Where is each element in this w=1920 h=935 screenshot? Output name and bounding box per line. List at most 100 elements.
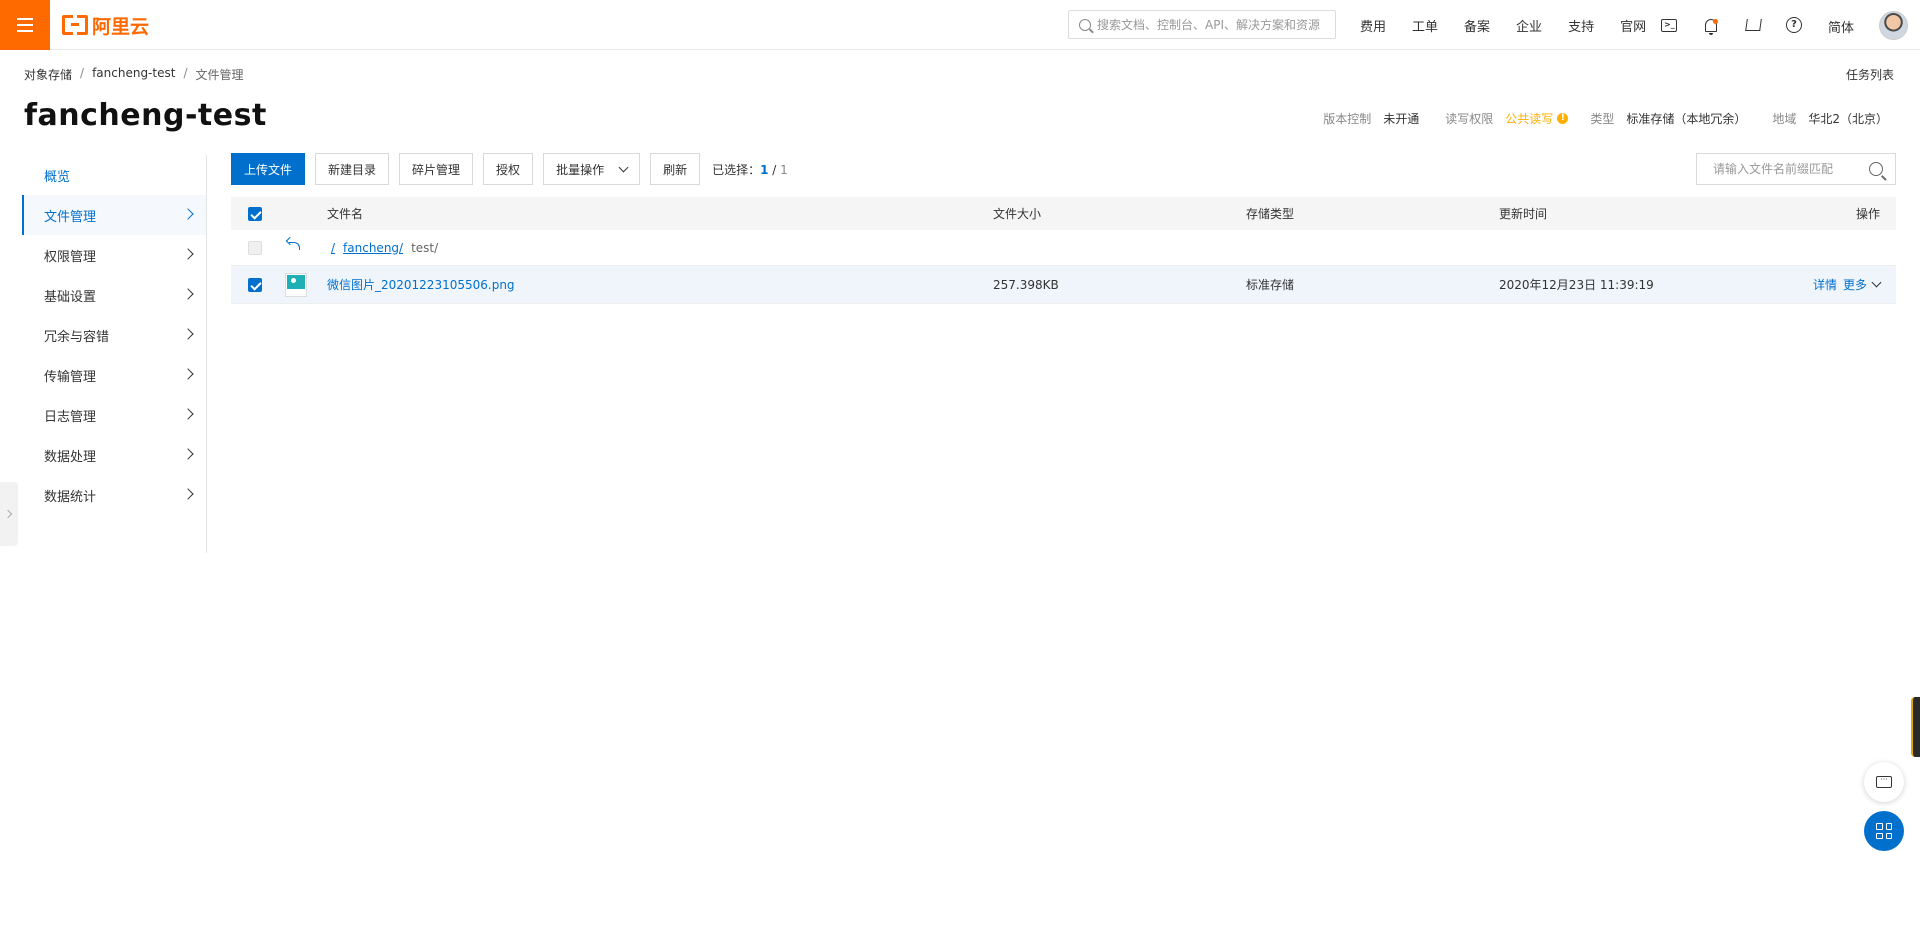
sidebar-item-label: 数据统计 bbox=[44, 489, 97, 505]
search-icon[interactable] bbox=[1869, 162, 1883, 176]
sidebar-item-label: 冗余与容错 bbox=[44, 329, 110, 345]
help-icon[interactable]: ? bbox=[1785, 16, 1803, 34]
select-all-checkbox[interactable] bbox=[248, 206, 262, 221]
sidebar-item-statistics[interactable]: 数据统计 bbox=[22, 475, 206, 515]
side-widget-handle[interactable] bbox=[1911, 697, 1920, 757]
top-nav: 费用 工单 备案 企业 支持 官网 bbox=[1360, 0, 1672, 50]
breadcrumb-separator: / bbox=[183, 66, 188, 80]
batch-operations-button[interactable]: 批量操作 bbox=[543, 153, 641, 185]
sidebar-item-file-management[interactable]: 文件管理 bbox=[22, 195, 206, 235]
prefix-filter[interactable] bbox=[1696, 153, 1896, 185]
sidebar-item-label: 权限管理 bbox=[44, 249, 97, 265]
chevron-down-icon bbox=[618, 162, 629, 172]
acl-value: 公共读写 bbox=[1505, 112, 1554, 126]
path-root-link[interactable]: / bbox=[331, 241, 335, 255]
sidebar: 概览 文件管理 权限管理 基础设置 冗余与容错 传输管理 日志管理 数据处理 数… bbox=[22, 155, 207, 553]
file-storage-type: 标准存储 bbox=[1246, 278, 1295, 292]
selection-separator: / bbox=[768, 162, 781, 177]
header-actions: 操作 bbox=[1855, 207, 1880, 221]
sidebar-collapse-toggle[interactable] bbox=[0, 482, 18, 546]
sidebar-item-label: 文件管理 bbox=[44, 209, 97, 225]
sidebar-item-redundancy[interactable]: 冗余与容错 bbox=[22, 315, 206, 355]
apps-icon bbox=[1876, 823, 1892, 839]
refresh-button[interactable]: 刷新 bbox=[650, 153, 701, 185]
sidebar-item-logs[interactable]: 日志管理 bbox=[22, 395, 206, 435]
more-link[interactable]: 更多 bbox=[1843, 276, 1867, 293]
path-current: test/ bbox=[411, 240, 439, 255]
fragments-button[interactable]: 碎片管理 bbox=[399, 153, 474, 185]
header-storage-type: 存储类型 bbox=[1246, 207, 1295, 221]
sidebar-item-permissions[interactable]: 权限管理 bbox=[22, 235, 206, 275]
detail-link[interactable]: 详情 bbox=[1813, 276, 1837, 293]
authorize-button[interactable]: 授权 bbox=[483, 153, 534, 185]
global-search[interactable] bbox=[1068, 10, 1336, 39]
terminal-icon[interactable]: >_ bbox=[1660, 16, 1678, 34]
logo-text: 阿里云 bbox=[92, 15, 150, 38]
chevron-right-icon bbox=[182, 368, 194, 380]
region-value: 华北2（北京） bbox=[1808, 112, 1888, 126]
sidebar-item-overview[interactable]: 概览 bbox=[22, 155, 206, 195]
topnav-fees[interactable]: 费用 bbox=[1360, 16, 1386, 35]
chevron-right-icon bbox=[3, 509, 12, 519]
cart-icon[interactable] bbox=[1744, 16, 1762, 34]
chevron-right-icon bbox=[182, 408, 194, 420]
chat-icon: ··· bbox=[1876, 776, 1892, 788]
topnav-tickets[interactable]: 工单 bbox=[1412, 16, 1438, 35]
bucket-meta: 版本控制 未开通 读写权限 公共读写 ! 类型 标准存储（本地冗余） 地域 华北… bbox=[1323, 110, 1888, 127]
file-name-link[interactable]: 微信图片_20201223105506.png bbox=[327, 276, 515, 293]
path-parent-link[interactable]: fancheng/ bbox=[343, 241, 403, 255]
file-toolbar: 上传文件 新建目录 碎片管理 授权 批量操作 刷新 已选择：1 / 1 bbox=[231, 153, 788, 185]
back-arrow-icon[interactable] bbox=[289, 242, 300, 250]
new-directory-button[interactable]: 新建目录 bbox=[315, 153, 390, 185]
topnav-support[interactable]: 支持 bbox=[1568, 16, 1594, 35]
region-label: 地域 bbox=[1772, 112, 1797, 126]
topnav-official-site[interactable]: 官网 bbox=[1620, 16, 1646, 35]
selection-count: 已选择：1 / 1 bbox=[712, 161, 788, 178]
bell-icon[interactable] bbox=[1702, 16, 1720, 35]
topnav-icp[interactable]: 备案 bbox=[1464, 16, 1490, 35]
sidebar-item-label: 概览 bbox=[44, 169, 71, 185]
breadcrumb-oss[interactable]: 对象存储 bbox=[24, 66, 72, 83]
warning-icon[interactable]: ! bbox=[1557, 113, 1569, 124]
sidebar-item-transfer[interactable]: 传输管理 bbox=[22, 355, 206, 395]
header-size: 文件大小 bbox=[993, 207, 1042, 221]
sidebar-item-label: 日志管理 bbox=[44, 409, 97, 425]
acl-label: 读写权限 bbox=[1445, 112, 1494, 126]
language-switch[interactable]: 简体 bbox=[1828, 17, 1854, 36]
logo-mark-icon bbox=[62, 15, 88, 35]
header-updated-time: 更新时间 bbox=[1499, 207, 1548, 221]
menu-icon[interactable] bbox=[0, 0, 50, 50]
table-row[interactable]: 微信图片_20201223105506.png 257.398KB 标准存储 2… bbox=[231, 266, 1896, 304]
sidebar-item-label: 传输管理 bbox=[44, 369, 97, 385]
selection-label: 已选择： bbox=[712, 162, 761, 177]
topnav-enterprise[interactable]: 企业 bbox=[1516, 16, 1542, 35]
upload-button[interactable]: 上传文件 bbox=[231, 153, 306, 185]
avatar[interactable] bbox=[1879, 11, 1908, 40]
sidebar-item-basic-settings[interactable]: 基础设置 bbox=[22, 275, 206, 315]
type-label: 类型 bbox=[1590, 112, 1615, 126]
breadcrumb-current: 文件管理 bbox=[195, 68, 244, 82]
chevron-right-icon bbox=[182, 288, 194, 300]
row-actions: 详情 更多 bbox=[1807, 276, 1882, 293]
row-checkbox[interactable] bbox=[248, 277, 262, 292]
chevron-down-icon[interactable] bbox=[1871, 277, 1882, 288]
chat-button[interactable]: ··· bbox=[1864, 762, 1904, 802]
file-updated-time: 2020年12月23日 11:39:19 bbox=[1499, 278, 1654, 292]
sidebar-item-label: 基础设置 bbox=[44, 289, 97, 305]
selection-total: 1 bbox=[780, 162, 788, 177]
table-header: 文件名 文件大小 存储类型 更新时间 操作 bbox=[231, 197, 1896, 230]
task-list-link[interactable]: 任务列表 bbox=[1846, 66, 1894, 83]
sidebar-item-data-processing[interactable]: 数据处理 bbox=[22, 435, 206, 475]
file-table: 文件名 文件大小 存储类型 更新时间 操作 / fancheng/ test/ … bbox=[231, 197, 1896, 304]
prefix-filter-input[interactable] bbox=[1713, 162, 1863, 176]
path-row: / fancheng/ test/ bbox=[231, 230, 1896, 266]
path-row-checkbox bbox=[248, 240, 262, 255]
type-value: 标准存储（本地冗余） bbox=[1626, 112, 1747, 126]
file-size: 257.398KB bbox=[993, 277, 1059, 292]
breadcrumb-bucket[interactable]: fancheng-test bbox=[92, 66, 175, 83]
apps-button[interactable] bbox=[1864, 811, 1904, 851]
header-name: 文件名 bbox=[327, 207, 364, 221]
global-search-input[interactable] bbox=[1097, 17, 1332, 32]
aliyun-logo[interactable]: 阿里云 bbox=[62, 12, 149, 38]
chevron-right-icon bbox=[182, 488, 194, 500]
